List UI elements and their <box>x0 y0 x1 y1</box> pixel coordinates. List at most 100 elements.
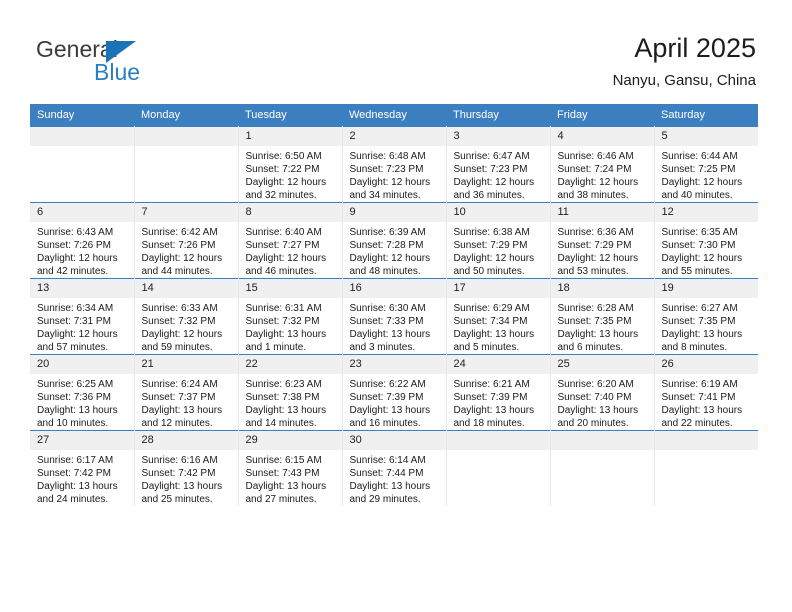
sunset-text: Sunset: 7:40 PM <box>557 392 632 403</box>
general-blue-logo[interactable]: General Blue <box>36 36 266 90</box>
calendar-day-cell[interactable]: 12 Sunrise: 6:35 AM Sunset: 7:30 PM Dayligh… <box>654 202 759 279</box>
daylight-text-line2: and 22 minutes. <box>661 418 733 429</box>
daylight-text-line2: and 36 minutes. <box>453 190 525 201</box>
daylight-text-line2: and 50 minutes. <box>453 266 525 277</box>
calendar-week-row: 27 Sunrise: 6:17 AM Sunset: 7:42 PM Dayligh… <box>30 430 758 506</box>
calendar-day-cell[interactable]: 25 Sunrise: 6:20 AM Sunset: 7:40 PM Dayligh… <box>550 354 655 431</box>
sun-info: Sunrise: 6:16 AM Sunset: 7:42 PM Daylight:… <box>135 450 238 506</box>
daylight-text-line2: and 57 minutes. <box>37 342 109 353</box>
daylight-text-line1: Daylight: 13 hours <box>141 481 223 492</box>
sunset-text: Sunset: 7:23 PM <box>349 164 424 175</box>
daylight-text-line2: and 32 minutes. <box>245 190 317 201</box>
calendar-day-cell[interactable]: 4 Sunrise: 6:46 AM Sunset: 7:24 PM Daylight… <box>550 126 655 203</box>
sunrise-text: Sunrise: 6:38 AM <box>453 227 530 238</box>
calendar-day-cell[interactable]: 20 Sunrise: 6:25 AM Sunset: 7:36 PM Dayligh… <box>30 354 135 431</box>
day-number: 15 <box>238 279 342 298</box>
daylight-text-line1: Daylight: 13 hours <box>349 405 431 416</box>
sun-info: Sunrise: 6:43 AM Sunset: 7:26 PM Daylight:… <box>30 222 134 278</box>
calendar-day-cell[interactable]: 23 Sunrise: 6:22 AM Sunset: 7:39 PM Dayligh… <box>342 354 447 431</box>
calendar-day-cell[interactable]: 22 Sunrise: 6:23 AM Sunset: 7:38 PM Dayligh… <box>238 354 343 431</box>
calendar-day-cell[interactable]: 19 Sunrise: 6:27 AM Sunset: 7:35 PM Dayligh… <box>654 278 758 355</box>
daylight-text-line2: and 40 minutes. <box>661 190 733 201</box>
daylight-text-line2: and 1 minute. <box>245 342 307 353</box>
daylight-text-line1: Daylight: 12 hours <box>349 253 431 264</box>
sun-info: Sunrise: 6:30 AM Sunset: 7:33 PM Daylight:… <box>343 298 446 354</box>
sunset-text: Sunset: 7:43 PM <box>245 468 320 479</box>
sun-info: Sunrise: 6:50 AM Sunset: 7:22 PM Daylight:… <box>239 146 342 202</box>
calendar-week-row: 13 Sunrise: 6:34 AM Sunset: 7:31 PM Dayligh… <box>30 278 758 355</box>
sunset-text: Sunset: 7:22 PM <box>245 164 320 175</box>
sun-info: Sunrise: 6:34 AM Sunset: 7:31 PM Daylight:… <box>30 298 134 354</box>
calendar-day-cell[interactable]: 16 Sunrise: 6:30 AM Sunset: 7:33 PM Dayligh… <box>342 278 447 355</box>
sunset-text: Sunset: 7:28 PM <box>349 240 424 251</box>
sunrise-text: Sunrise: 6:50 AM <box>245 151 322 162</box>
sunset-text: Sunset: 7:23 PM <box>453 164 528 175</box>
day-number: 23 <box>342 355 446 374</box>
sun-info: Sunrise: 6:19 AM Sunset: 7:41 PM Daylight:… <box>655 374 759 430</box>
calendar-day-cell[interactable]: 17 Sunrise: 6:29 AM Sunset: 7:34 PM Dayligh… <box>446 278 551 355</box>
weekday-header-wednesday: Wednesday <box>342 104 446 127</box>
sunrise-text: Sunrise: 6:39 AM <box>349 227 426 238</box>
weekday-header-tuesday: Tuesday <box>238 104 342 127</box>
calendar-day-cell[interactable]: 8 Sunrise: 6:40 AM Sunset: 7:27 PM Daylight… <box>238 202 343 279</box>
calendar-day-cell[interactable]: 6 Sunrise: 6:43 AM Sunset: 7:26 PM Daylight… <box>30 202 135 279</box>
weekday-header-thursday: Thursday <box>446 104 550 127</box>
calendar-day-cell[interactable]: 14 Sunrise: 6:33 AM Sunset: 7:32 PM Dayligh… <box>134 278 239 355</box>
daylight-text-line1: Daylight: 13 hours <box>661 405 743 416</box>
day-number: 26 <box>654 355 758 374</box>
sunrise-text: Sunrise: 6:36 AM <box>557 227 634 238</box>
calendar-day-cell[interactable]: 28 Sunrise: 6:16 AM Sunset: 7:42 PM Dayligh… <box>134 430 239 506</box>
calendar-day-cell[interactable]: 11 Sunrise: 6:36 AM Sunset: 7:29 PM Dayligh… <box>550 202 655 279</box>
sunrise-text: Sunrise: 6:25 AM <box>37 379 114 390</box>
day-number <box>654 431 758 450</box>
calendar-day-cell[interactable]: 27 Sunrise: 6:17 AM Sunset: 7:42 PM Dayligh… <box>30 430 135 506</box>
daylight-text-line2: and 55 minutes. <box>661 266 733 277</box>
calendar-day-cell[interactable]: 7 Sunrise: 6:42 AM Sunset: 7:26 PM Daylight… <box>134 202 239 279</box>
calendar-day-cell[interactable]: 26 Sunrise: 6:19 AM Sunset: 7:41 PM Dayligh… <box>654 354 759 431</box>
daylight-text-line2: and 24 minutes. <box>37 494 109 505</box>
calendar-day-cell[interactable]: 29 Sunrise: 6:15 AM Sunset: 7:43 PM Dayligh… <box>238 430 343 506</box>
sun-info: Sunrise: 6:35 AM Sunset: 7:30 PM Daylight:… <box>655 222 759 278</box>
calendar-day-cell[interactable]: 30 Sunrise: 6:14 AM Sunset: 7:44 PM Dayligh… <box>342 430 447 506</box>
sunrise-text: Sunrise: 6:29 AM <box>453 303 530 314</box>
weekday-header-friday: Friday <box>550 104 654 127</box>
day-number: 22 <box>238 355 342 374</box>
calendar-day-cell[interactable]: 15 Sunrise: 6:31 AM Sunset: 7:32 PM Dayligh… <box>238 278 343 355</box>
sunrise-text: Sunrise: 6:42 AM <box>141 227 218 238</box>
sunrise-text: Sunrise: 6:15 AM <box>245 455 322 466</box>
calendar-day-cell[interactable]: 21 Sunrise: 6:24 AM Sunset: 7:37 PM Dayligh… <box>134 354 239 431</box>
sunrise-text: Sunrise: 6:28 AM <box>557 303 634 314</box>
sunset-text: Sunset: 7:32 PM <box>141 316 216 327</box>
calendar-day-cell[interactable]: 1 Sunrise: 6:50 AM Sunset: 7:22 PM Daylight… <box>238 126 343 203</box>
sunset-text: Sunset: 7:35 PM <box>557 316 632 327</box>
calendar-empty-cell <box>550 430 655 506</box>
page-subtitle: Nanyu, Gansu, China <box>612 72 756 89</box>
day-number: 10 <box>446 203 550 222</box>
daylight-text-line1: Daylight: 13 hours <box>557 405 639 416</box>
calendar-day-cell[interactable]: 18 Sunrise: 6:28 AM Sunset: 7:35 PM Dayligh… <box>550 278 655 355</box>
calendar-day-cell[interactable]: 5 Sunrise: 6:44 AM Sunset: 7:25 PM Daylight… <box>654 126 758 203</box>
calendar-day-cell[interactable]: 24 Sunrise: 6:21 AM Sunset: 7:39 PM Dayligh… <box>446 354 551 431</box>
sunrise-text: Sunrise: 6:31 AM <box>245 303 322 314</box>
sunrise-text: Sunrise: 6:21 AM <box>453 379 530 390</box>
calendar-day-cell[interactable]: 10 Sunrise: 6:38 AM Sunset: 7:29 PM Dayligh… <box>446 202 551 279</box>
day-number: 12 <box>654 203 758 222</box>
daylight-text-line1: Daylight: 12 hours <box>37 329 118 340</box>
daylight-text-line1: Daylight: 13 hours <box>349 329 431 340</box>
calendar-day-cell[interactable]: 3 Sunrise: 6:47 AM Sunset: 7:23 PM Daylight… <box>446 126 551 203</box>
sunset-text: Sunset: 7:32 PM <box>245 316 320 327</box>
sunrise-text: Sunrise: 6:16 AM <box>141 455 218 466</box>
calendar-day-cell[interactable]: 13 Sunrise: 6:34 AM Sunset: 7:31 PM Dayligh… <box>30 278 135 355</box>
calendar-day-cell[interactable]: 9 Sunrise: 6:39 AM Sunset: 7:28 PM Daylight… <box>342 202 447 279</box>
sunset-text: Sunset: 7:36 PM <box>37 392 111 403</box>
day-number: 27 <box>30 431 134 450</box>
daylight-text-line1: Daylight: 13 hours <box>37 481 118 492</box>
daylight-text-line1: Daylight: 13 hours <box>245 481 327 492</box>
sunrise-text: Sunrise: 6:14 AM <box>349 455 426 466</box>
weekday-header-monday: Monday <box>134 104 238 127</box>
daylight-text-line1: Daylight: 13 hours <box>453 405 535 416</box>
calendar-day-cell[interactable]: 2 Sunrise: 6:48 AM Sunset: 7:23 PM Daylight… <box>342 126 447 203</box>
daylight-text-line2: and 42 minutes. <box>37 266 109 277</box>
day-number <box>550 431 654 450</box>
sun-info: Sunrise: 6:20 AM Sunset: 7:40 PM Daylight:… <box>551 374 654 430</box>
